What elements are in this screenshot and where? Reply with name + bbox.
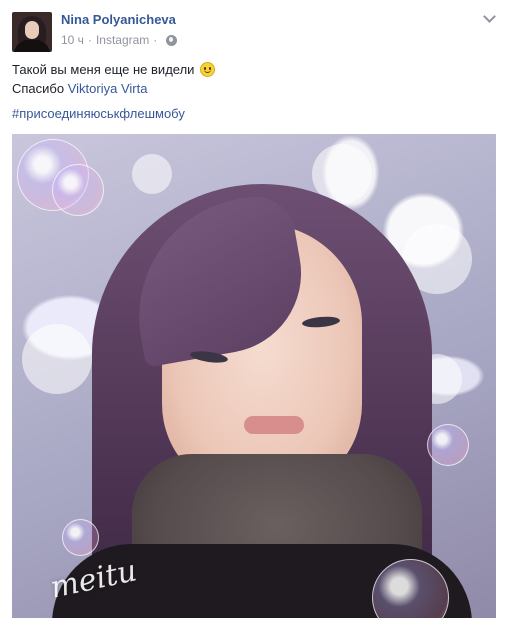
bubble bbox=[62, 519, 99, 556]
meta-separator-2: · bbox=[153, 33, 158, 47]
post-time[interactable]: 10 ч bbox=[61, 33, 84, 47]
bokeh-light bbox=[132, 154, 172, 194]
mention-link[interactable]: Viktoriya Virta bbox=[68, 81, 148, 96]
globe-icon[interactable] bbox=[166, 34, 178, 46]
avatar-face bbox=[25, 21, 39, 39]
post-meta: 10 ч · Instagram · bbox=[61, 33, 178, 47]
hashtag-link[interactable]: #присоединяюськфлешмобу bbox=[12, 106, 185, 121]
bubble bbox=[52, 164, 104, 216]
bokeh-light bbox=[22, 324, 92, 394]
chevron-down-icon[interactable] bbox=[484, 12, 494, 22]
author-name[interactable]: Nina Polyanicheva bbox=[61, 12, 176, 27]
photo-lips bbox=[244, 416, 304, 434]
meta-separator: · bbox=[87, 33, 92, 47]
post-text-line2: Спасибо Viktoriya Virta bbox=[12, 79, 215, 98]
post-photo[interactable]: meitu bbox=[12, 134, 496, 618]
post-text-line1-text: Такой вы меня еще не видели bbox=[12, 62, 195, 77]
post-source[interactable]: Instagram bbox=[96, 33, 149, 47]
thanks-text: Спасибо bbox=[12, 81, 65, 96]
avatar[interactable] bbox=[12, 12, 52, 52]
smiley-emoji-icon bbox=[200, 62, 216, 77]
facebook-post: Nina Polyanicheva 10 ч · Instagram · Так… bbox=[0, 0, 508, 627]
post-text-line1: Такой вы меня еще не видели bbox=[12, 60, 216, 79]
post-text: Такой вы меня еще не видели Спасибо Vikt… bbox=[12, 60, 216, 98]
bubble bbox=[427, 424, 469, 466]
